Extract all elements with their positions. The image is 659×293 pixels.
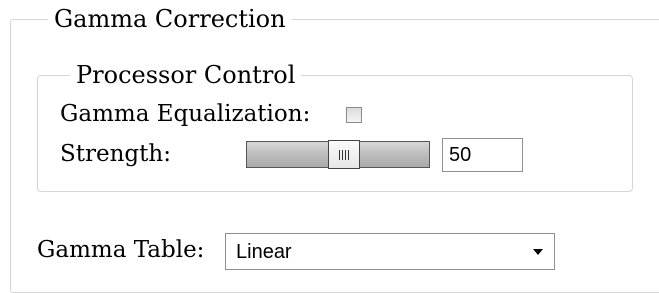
strength-input[interactable]: [442, 138, 523, 172]
grip-icon: [339, 149, 349, 160]
strength-label: Strength:: [60, 141, 171, 167]
processor-control-title: Processor Control: [70, 61, 302, 89]
gamma-table-selected-value: Linear: [236, 241, 292, 263]
gamma-equalization-label: Gamma Equalization:: [60, 101, 311, 127]
gamma-table-label: Gamma Table:: [37, 237, 205, 263]
gamma-correction-title: Gamma Correction: [48, 5, 292, 33]
processor-control-group: [37, 75, 633, 192]
strength-slider-thumb[interactable]: [328, 140, 360, 169]
chevron-down-icon[interactable]: [533, 249, 543, 255]
gamma-equalization-checkbox[interactable]: [346, 107, 362, 123]
gamma-table-select[interactable]: Linear: [225, 233, 555, 270]
strength-slider[interactable]: [246, 140, 430, 169]
